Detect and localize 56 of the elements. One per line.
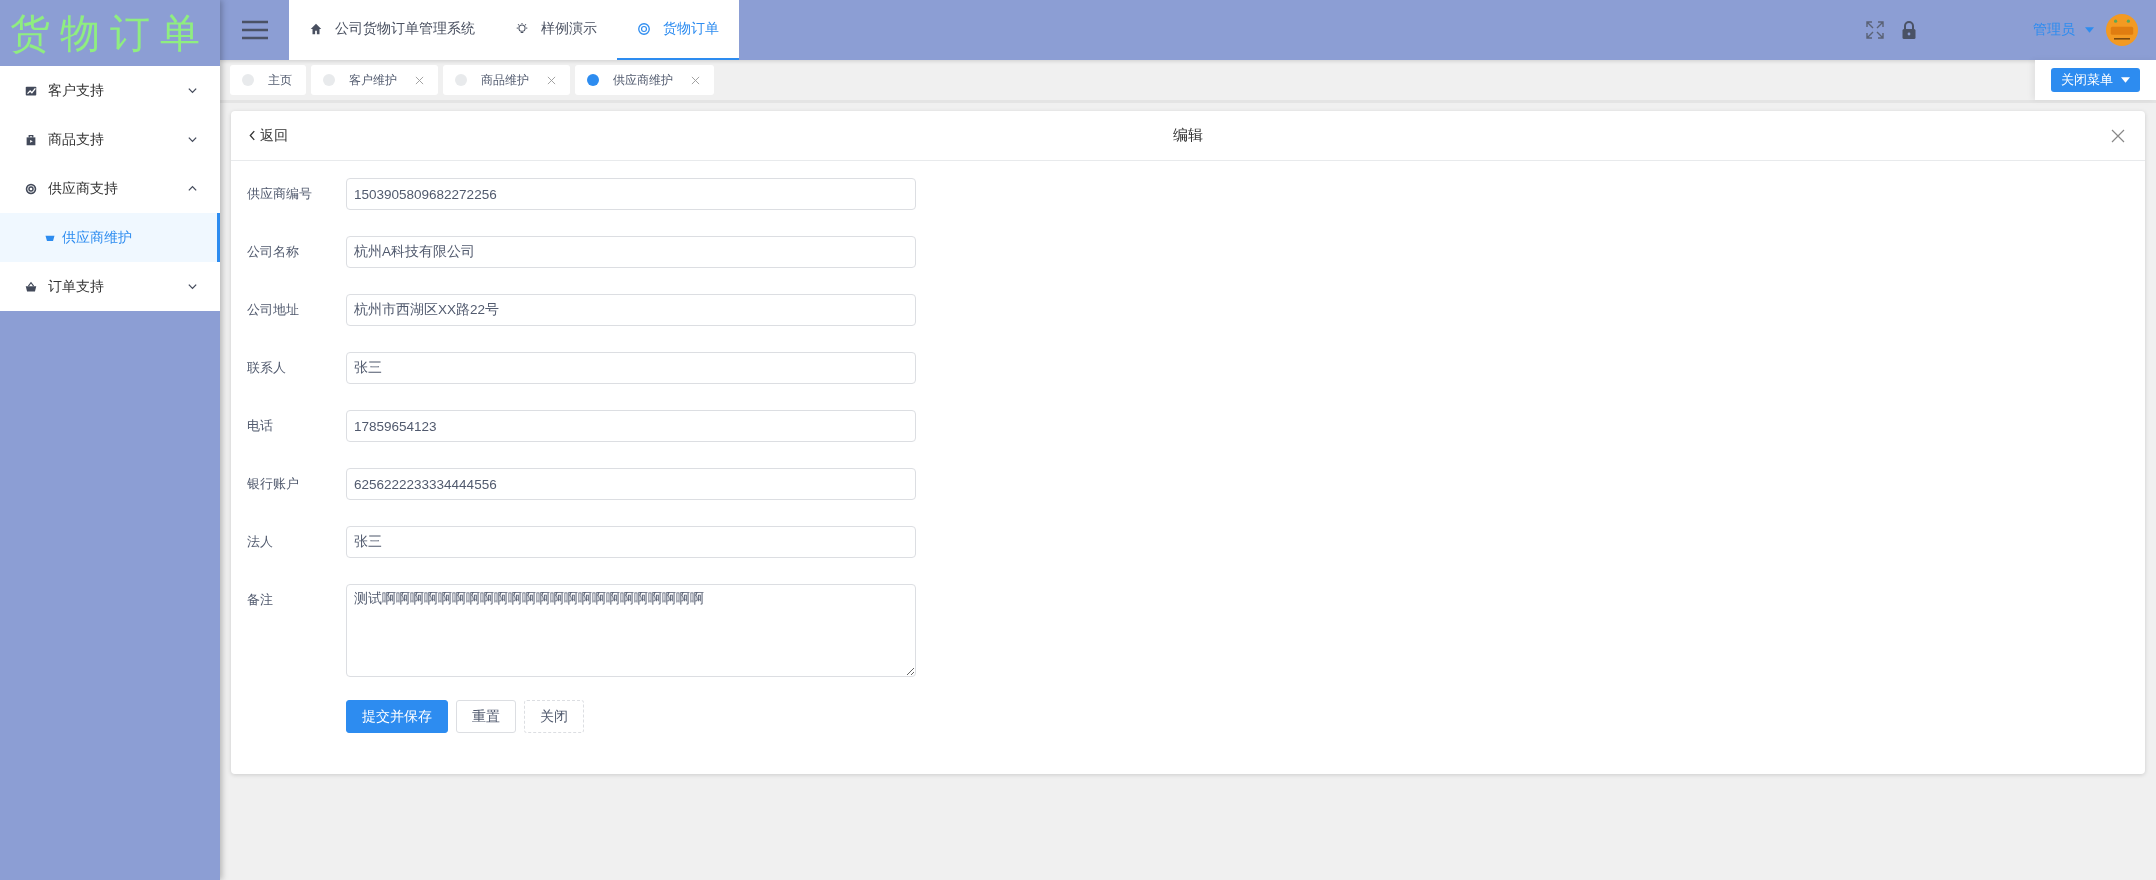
input-field[interactable]: 张三 (346, 526, 916, 558)
menu-label: 供应商支持 (48, 179, 119, 198)
input-field[interactable]: 杭州市西湖区XX路22号 (346, 294, 916, 326)
chevron-left-icon (249, 130, 256, 141)
chevron-up-icon (187, 183, 198, 194)
basket-icon (24, 279, 38, 294)
input-field[interactable]: 张三 (346, 352, 916, 384)
input-field[interactable]: 杭州A科技有限公司 (346, 236, 916, 268)
input-field[interactable]: 6256222233334444556 (346, 468, 916, 500)
bag-icon (24, 132, 38, 147)
field-label: 电话 (247, 417, 274, 435)
caret-icon (2085, 27, 2094, 33)
menu-label: 商品支持 (48, 130, 105, 149)
aperture-icon (637, 22, 651, 36)
target-icon (24, 181, 38, 196)
chevron-down-icon (187, 281, 198, 292)
menu-icon (241, 20, 268, 40)
back-link[interactable]: 返回 (249, 126, 288, 145)
remarks-field[interactable]: 测试啊啊啊啊啊啊啊啊啊啊啊啊啊啊啊啊啊啊啊啊啊啊啊 (346, 584, 916, 677)
fullscreen-icon[interactable] (1865, 20, 1885, 40)
page-tab[interactable]: 商品维护 (443, 65, 570, 95)
page-tab[interactable]: 主页 (230, 65, 306, 95)
close-button[interactable]: 关闭 (524, 700, 584, 733)
page-tab[interactable]: 客户维护 (311, 65, 438, 95)
close-icon[interactable] (691, 75, 700, 85)
field-label: 法人 (247, 533, 274, 551)
close-icon[interactable] (547, 75, 556, 85)
close-icon[interactable] (2111, 128, 2125, 143)
nav-tab[interactable]: 货物订单 (617, 0, 739, 60)
menu-label: 订单支持 (48, 277, 105, 296)
nav-tab[interactable]: 公司货物订单管理系统 (289, 0, 495, 60)
input-field[interactable]: 17859654123 (346, 410, 916, 442)
input-field[interactable]: 1503905809682272256 (346, 178, 916, 210)
caret-icon (2121, 77, 2130, 83)
menu-label: 客户支持 (48, 81, 105, 100)
chevron-down-icon (187, 134, 198, 145)
field-label: 供应商编号 (247, 185, 313, 203)
lock-icon[interactable] (1899, 20, 1919, 40)
sidebar-item[interactable]: 供应商支持 (0, 164, 220, 213)
close-icon[interactable] (415, 75, 424, 85)
card-title: 编辑 (1173, 126, 1203, 145)
page-tab[interactable]: 供应商维护 (575, 65, 714, 95)
field-label: 银行账户 (247, 475, 300, 493)
field-label: 公司地址 (247, 301, 300, 319)
sidebar-item[interactable]: 商品支持 (0, 115, 220, 164)
sidebar-item[interactable]: 订单支持 (0, 262, 220, 311)
home-icon (309, 22, 323, 36)
reset-button[interactable]: 重置 (456, 700, 516, 733)
nav-tab[interactable]: 样例演示 (495, 0, 617, 60)
field-label: 备注 (247, 591, 274, 609)
logo-text: 货物订单 (9, 8, 211, 58)
chevron-down-icon (187, 85, 198, 96)
sidebar-item[interactable]: 客户支持 (0, 66, 220, 115)
field-label: 公司名称 (247, 243, 300, 261)
field-label: 联系人 (247, 359, 287, 377)
lightbulb-icon (515, 22, 529, 36)
